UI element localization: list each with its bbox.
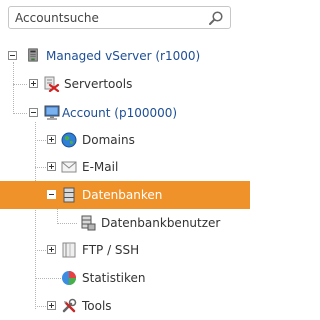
tree-label[interactable]: Tools [82,298,112,314]
tree-label[interactable]: Servertools [64,76,132,92]
collapse-toggle[interactable] [8,51,17,60]
tree-label[interactable]: FTP / SSH [82,242,139,258]
tree-label[interactable]: Domains [82,132,135,148]
tree-node-domains: Domains [0,126,250,154]
tree-node-email: E-Mail [0,153,250,181]
collapse-toggle[interactable] [47,190,56,199]
collapse-toggle[interactable] [29,108,38,117]
tree-label[interactable]: Account (p100000) [62,105,177,121]
expand-toggle[interactable] [47,135,56,144]
tree-node-account: Account (p100000) [0,99,250,127]
folder-icon [62,242,76,258]
pie-chart-icon [62,271,76,285]
expand-toggle[interactable] [29,79,38,88]
database-user-icon [81,215,96,231]
tree-node-statistiken: Statistiken [0,264,250,292]
expand-toggle[interactable] [47,162,56,171]
tree-label[interactable]: E-Mail [82,159,118,175]
monitor-icon [44,105,60,120]
envelope-icon [61,161,77,173]
account-search-box [8,6,231,29]
search-icon[interactable] [208,10,224,26]
tools-icon [62,298,77,313]
expand-toggle[interactable] [47,245,56,254]
tree-node-ftp-ssh: FTP / SSH [0,236,250,264]
tree-label[interactable]: Datenbankbenutzer [101,215,220,231]
tree-label[interactable]: Statistiken [82,270,146,286]
tree-node-tools: Tools [0,292,250,320]
server-icon [28,48,38,62]
account-search-input[interactable] [15,9,200,26]
tree-label[interactable]: Managed vServer (r1000) [46,48,200,64]
tree-node-servertools: Servertools [0,70,250,98]
database-icon [63,187,75,203]
tree-node-datenbanken: Datenbanken [0,181,250,209]
tree-node-datenbankbenutzer: Datenbankbenutzer [0,209,250,237]
expand-toggle[interactable] [47,301,56,310]
tree-node-managed-vserver: Managed vServer (r1000) [0,42,250,70]
servertools-icon [44,76,60,92]
globe-icon [61,132,77,148]
tree-label[interactable]: Datenbanken [82,187,162,203]
